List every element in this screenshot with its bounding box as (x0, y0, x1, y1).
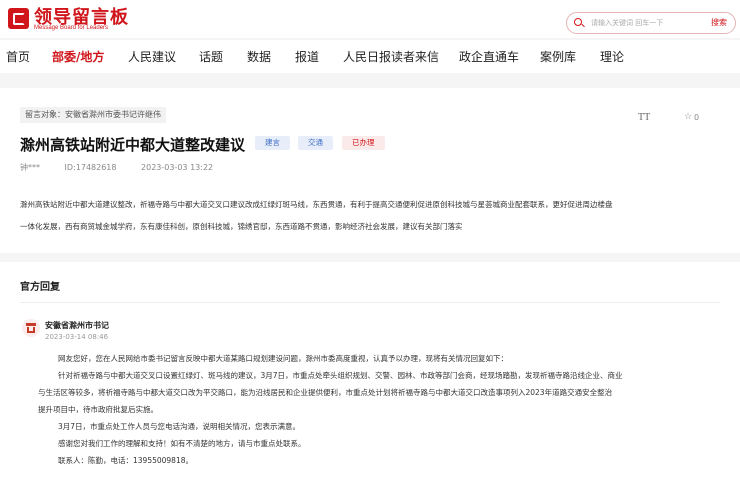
nav-item-theory[interactable]: 理论 (600, 48, 624, 65)
reply-paragraph: 提升项目中，待市政府批复后实施。 (38, 405, 158, 414)
star-count: 0 (694, 113, 700, 122)
reply-section-title: 官方回复 (20, 282, 60, 293)
logo-icon[interactable] (8, 8, 29, 29)
nav-item-ministries-local[interactable]: 部委/地方 (52, 48, 104, 65)
nav-item-business-direct[interactable]: 政企直通车 (459, 48, 519, 65)
body-line: 一体化发展，西有商贸城金城学府，东有康佳科创，原创科技城，锦绣官邸，东西道路不贯… (20, 222, 463, 231)
font-size-icon[interactable]: TT (638, 112, 650, 123)
nav-item-people-suggestions[interactable]: 人民建议 (128, 48, 176, 65)
reply-org: 安徽省滁州市书记 (45, 321, 109, 330)
reply-card: 官方回复 安徽省滁州市书记 2023-03-14 08:46 网友您好，您在人民… (0, 262, 740, 500)
nav-item-reader-letters[interactable]: 人民日报读者来信 (343, 48, 439, 65)
nav-item-reports[interactable]: 报道 (295, 48, 319, 65)
top-bar: 领导留言板 Message Board for Leaders 搜索 (0, 0, 740, 38)
main-nav: 首页 部委/地方 人民建议 话题 数据 报道 人民日报读者来信 政企直通车 案例… (0, 40, 740, 73)
status-badge: 已办理 (342, 136, 385, 150)
reply-date: 2023-03-14 08:46 (45, 333, 109, 341)
reply-paragraph: 3月7日，市重点处工作人员与您电话沟通，说明相关情况，您表示满意。 (58, 422, 301, 431)
tag-field: 交通 (298, 136, 333, 150)
search-button[interactable]: 搜索 (711, 17, 727, 28)
message-meta: 钟*** ID:17482618 2023-03-03 13:22 (20, 162, 235, 173)
logo-subtitle: Message Board for Leaders (34, 25, 109, 31)
tag-type: 建言 (255, 136, 290, 150)
author: 钟*** (20, 163, 40, 172)
reply-body: 网友您好，您在人民网给市委书记留言反映中都大道某路口规划建设问题，滁州市委高度重… (38, 350, 720, 469)
search-box: 搜索 (566, 12, 736, 34)
message-target[interactable]: 留言对象：安徽省滁州市委书记许继伟 (20, 107, 166, 123)
search-input[interactable] (591, 16, 691, 30)
reply-paragraph: 网友您好，您在人民网给市委书记留言反映中都大道某路口规划建设问题，滁州市委高度重… (58, 354, 508, 363)
message-title: 滁州高铁站附近中都大道整改建议 (20, 136, 246, 154)
reply-paragraph: 感谢您对我们工作的理解和支持！如有不清楚的地方，请与市重点处联系。 (58, 439, 306, 448)
nav-item-data[interactable]: 数据 (247, 48, 271, 65)
nav-item-case-library[interactable]: 案例库 (540, 48, 576, 65)
search-icon (574, 18, 582, 26)
reply-contact: 联系人：陈勤，电话：13955009818。 (58, 456, 193, 465)
body-line: 滁州高铁站附近中都大道建议整改，祈福寺路与中都大道交叉口建议改成红绿灯斑马线，东… (20, 200, 613, 209)
message-card: 留言对象：安徽省滁州市委书记许继伟 滁州高铁站附近中都大道整改建议 建言 交通 … (0, 88, 740, 253)
star-icon[interactable]: ☆ (684, 112, 692, 122)
message-body: 滁州高铁站附近中都大道建议整改，祈福寺路与中都大道交叉口建议改成红绿灯斑马线，东… (20, 194, 720, 238)
message-id: ID:17482618 (64, 163, 117, 172)
reply-paragraph: 针对祈福寺路与中都大道交叉口设置红绿灯、斑马线的建议，3月7日，市重点处牵头组织… (58, 371, 623, 380)
nav-item-home[interactable]: 首页 (6, 48, 30, 65)
message-date: 2023-03-03 13:22 (141, 163, 214, 172)
divider (20, 302, 720, 303)
reply-paragraph: 与生活区等较多，将祈福寺路与中都大道交口改为平交路口，能为沿线居民和企业提供便利… (38, 388, 613, 397)
government-building-icon (22, 319, 40, 337)
nav-item-topics[interactable]: 话题 (199, 48, 223, 65)
